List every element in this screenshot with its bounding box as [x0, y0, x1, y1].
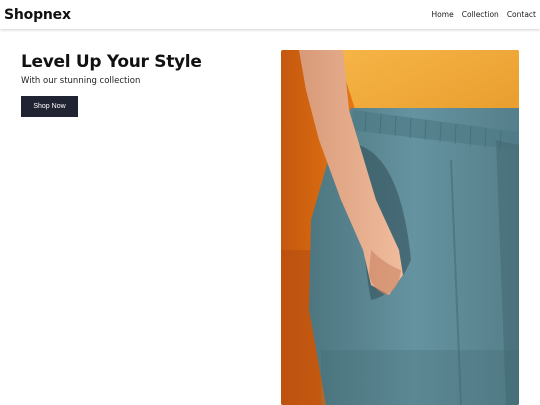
nav-links: Home Collection Contact [432, 10, 536, 19]
hero-text: Level Up Your Style With our stunning co… [21, 50, 202, 86]
hero-title: Level Up Your Style [21, 52, 202, 72]
nav-link-home[interactable]: Home [432, 10, 454, 19]
nav-link-contact[interactable]: Contact [507, 10, 536, 19]
shop-now-button[interactable]: Shop Now [21, 96, 78, 117]
top-navbar: Shopnex Home Collection Contact [0, 0, 540, 29]
hero-subtitle: With our stunning collection [21, 76, 141, 86]
nav-link-collection[interactable]: Collection [462, 10, 499, 19]
brand-logo[interactable]: Shopnex [4, 7, 71, 23]
hero-image [281, 50, 519, 405]
